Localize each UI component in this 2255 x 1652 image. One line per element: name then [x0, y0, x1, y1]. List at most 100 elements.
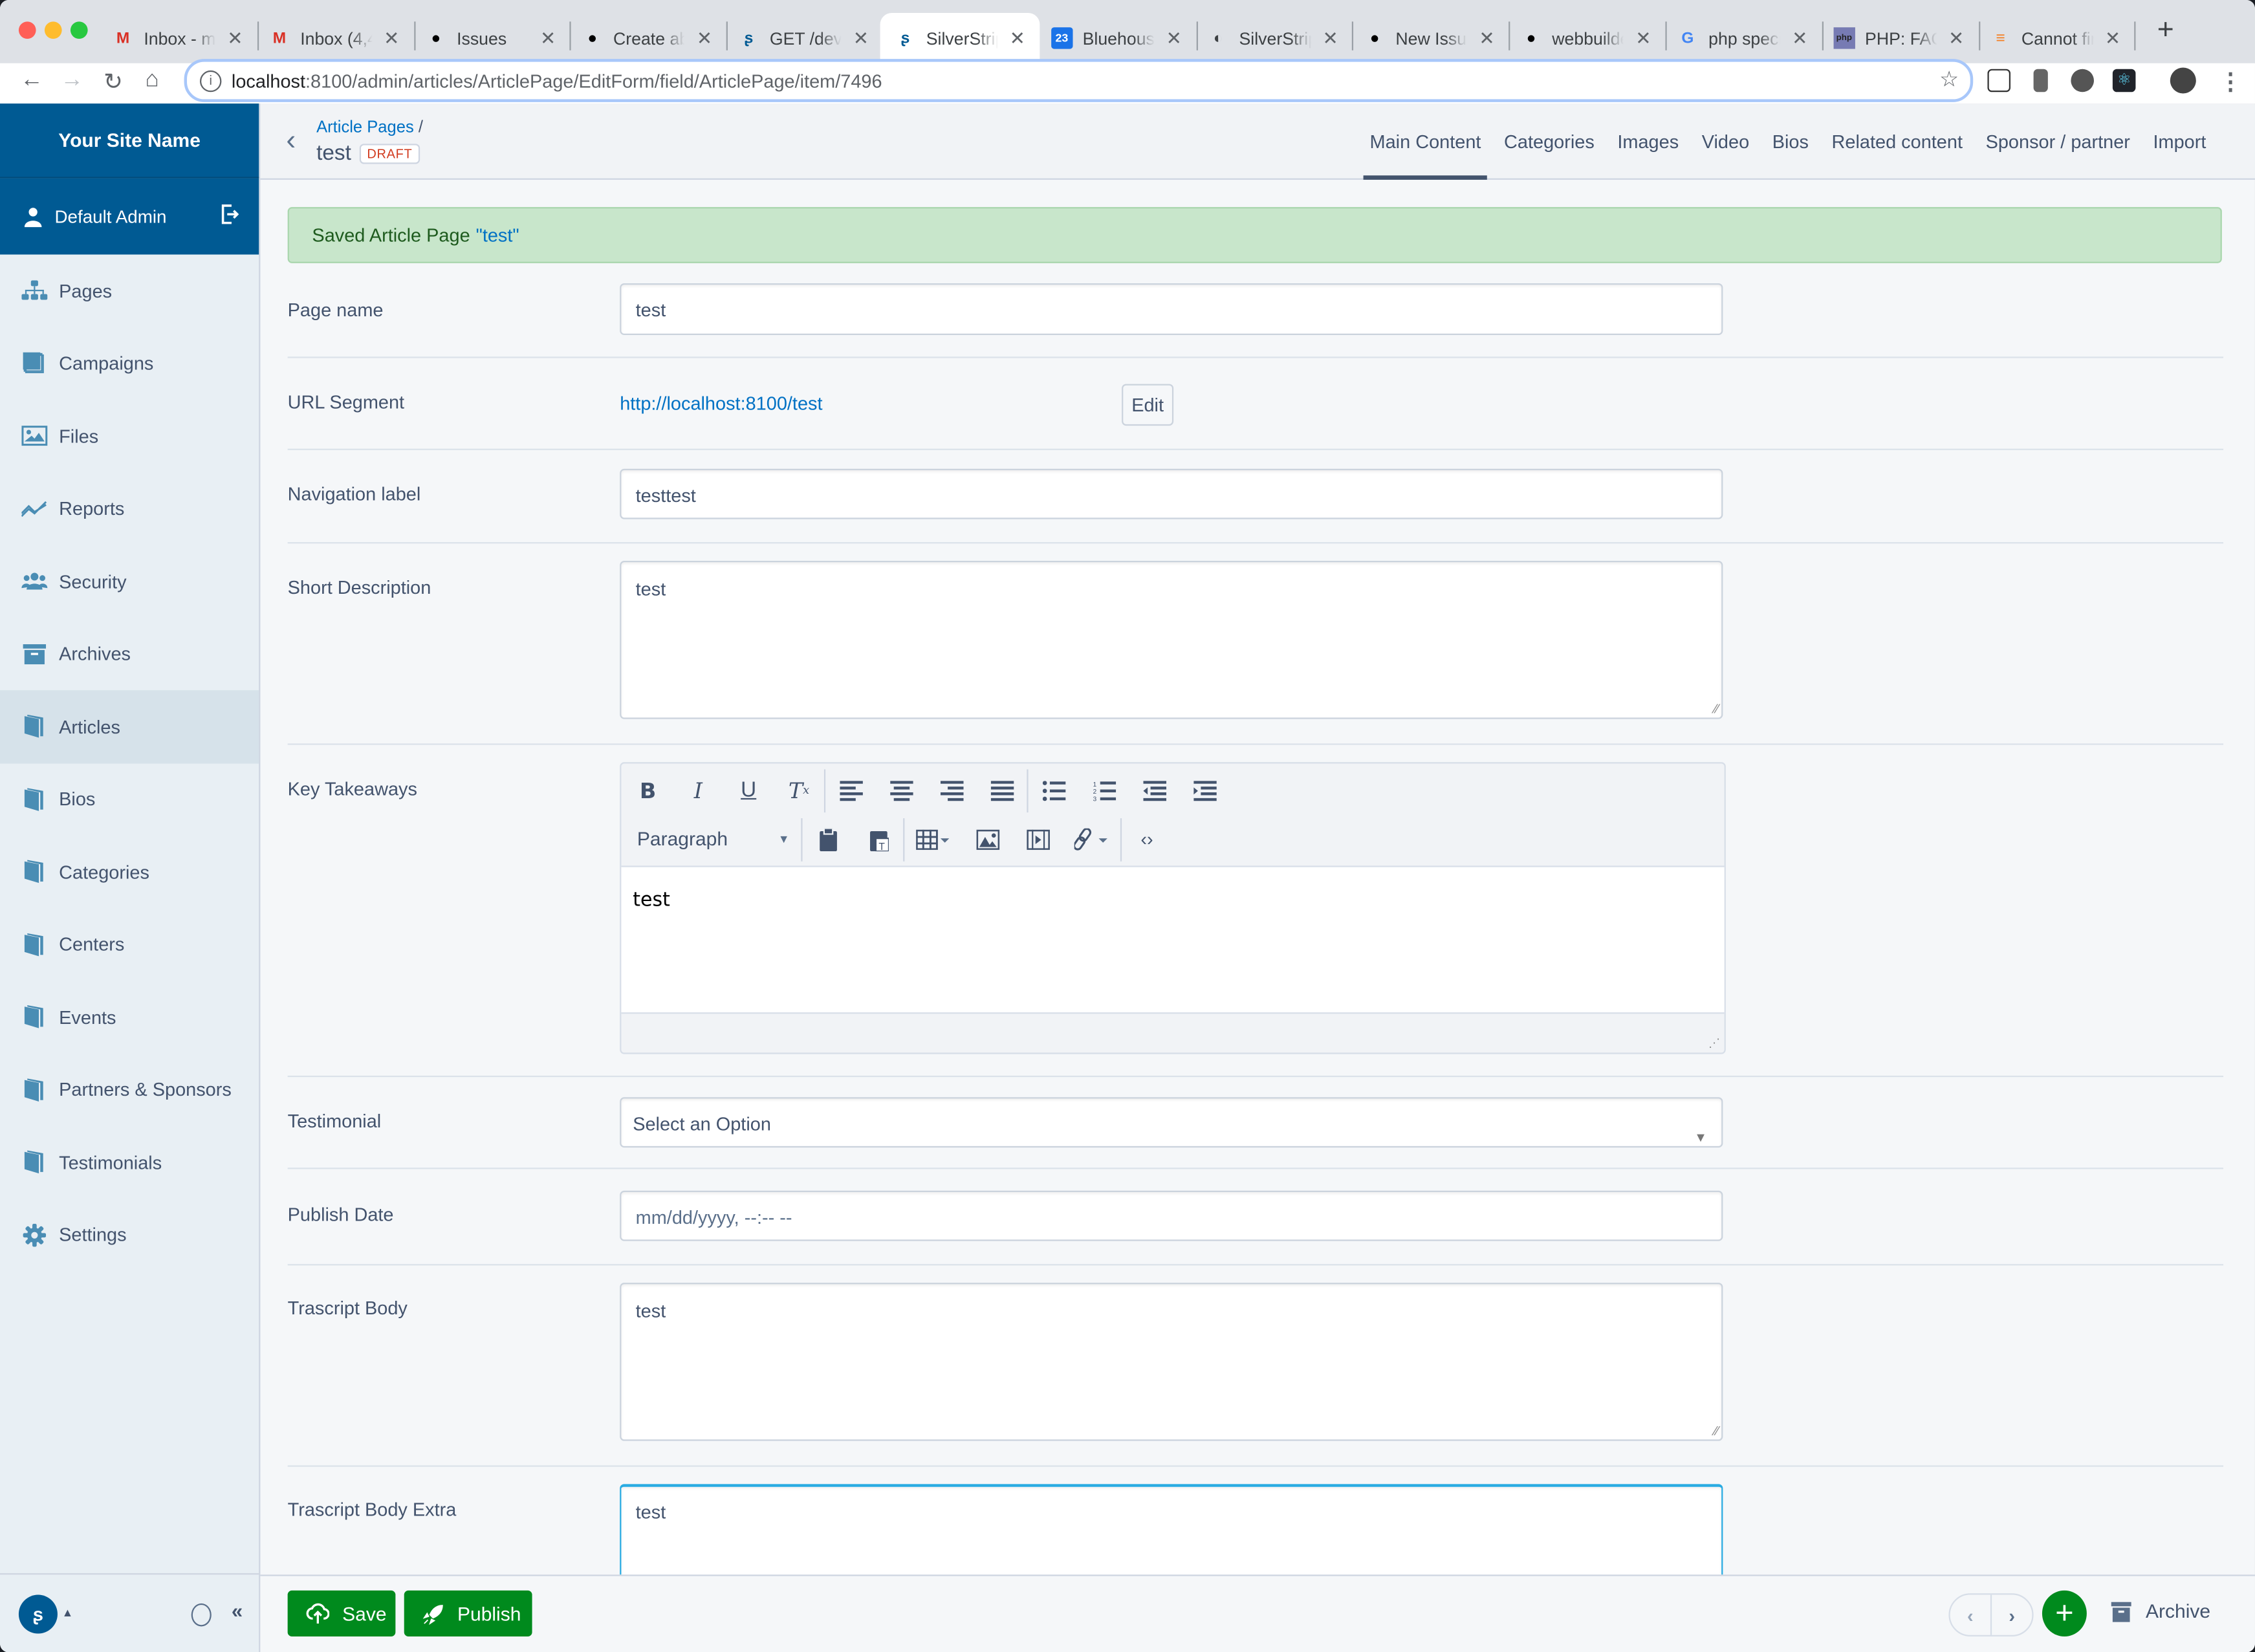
- browser-tab[interactable]: ʂ GET /dev/ ✕: [738, 13, 869, 63]
- next-record-button[interactable]: ›: [1992, 1595, 2032, 1635]
- tab-sponsor-partner[interactable]: Sponsor / partner: [1974, 103, 2142, 179]
- italic-icon[interactable]: I: [673, 768, 723, 812]
- browser-tab[interactable]: ≡ Cannot fin ✕: [1990, 13, 2121, 63]
- previous-record-button[interactable]: ‹: [1950, 1594, 1992, 1635]
- tab-import[interactable]: Import: [2142, 103, 2217, 179]
- sidebar-item-campaigns[interactable]: Campaigns: [0, 327, 259, 400]
- browser-tab[interactable]: Gphp speci ✕: [1677, 13, 1807, 63]
- close-tab-icon[interactable]: ✕: [697, 27, 712, 50]
- editor-content[interactable]: test: [621, 865, 1725, 1014]
- tab-main-content[interactable]: Main Content: [1358, 103, 1492, 180]
- sidebar-item-security[interactable]: Security: [0, 545, 259, 618]
- source-code-icon[interactable]: ‹›: [1122, 818, 1172, 861]
- close-tab-icon[interactable]: ✕: [1166, 27, 1182, 50]
- silverstripe-logo-icon[interactable]: ʂ: [18, 1594, 58, 1634]
- browser-tab[interactable]: ● webbuilde ✕: [1520, 13, 1651, 63]
- sidebar-item-archives[interactable]: Archives: [0, 618, 259, 690]
- insert-image-icon[interactable]: [962, 818, 1012, 861]
- tab-bios[interactable]: Bios: [1761, 103, 1820, 179]
- close-tab-icon[interactable]: ✕: [1322, 27, 1338, 50]
- close-tab-icon[interactable]: ✕: [384, 27, 399, 50]
- home-button[interactable]: ⌂: [146, 67, 160, 93]
- browser-tab[interactable]: php PHP: FAQ: ✕: [1833, 13, 1964, 63]
- extension-copy-icon[interactable]: [2033, 69, 2048, 92]
- resize-handle-icon[interactable]: ⁄⁄: [1714, 1424, 1719, 1438]
- maximize-window-button[interactable]: [70, 21, 88, 39]
- sidebar-item-pages[interactable]: Pages: [0, 255, 259, 327]
- tab-related-content[interactable]: Related content: [1820, 103, 1974, 179]
- close-tab-icon[interactable]: ✕: [1792, 27, 1807, 50]
- address-bar[interactable]: i localhost:8100/admin/articles/ArticleP…: [184, 59, 1974, 102]
- page-name-input[interactable]: test: [620, 283, 1723, 336]
- archive-button[interactable]: Archive: [2111, 1600, 2210, 1622]
- sidebar-item-settings[interactable]: Settings: [0, 1199, 259, 1271]
- close-window-button[interactable]: [18, 21, 36, 39]
- tab-video[interactable]: Video: [1690, 103, 1761, 179]
- close-tab-icon[interactable]: ✕: [2105, 27, 2120, 50]
- short-description-textarea[interactable]: test ⁄⁄: [620, 561, 1723, 719]
- back-chevron-icon[interactable]: ‹: [286, 125, 296, 158]
- transcript-body-textarea[interactable]: test ⁄⁄: [620, 1283, 1723, 1441]
- align-right-icon[interactable]: [926, 768, 977, 812]
- save-button[interactable]: Save: [287, 1590, 396, 1637]
- sidebar-item-events[interactable]: Events: [0, 981, 259, 1053]
- tab-categories[interactable]: Categories: [1492, 103, 1606, 179]
- react-devtools-icon[interactable]: ⚛: [2112, 69, 2136, 92]
- new-tab-button[interactable]: +: [2157, 14, 2174, 47]
- add-new-record-button[interactable]: +: [2042, 1590, 2087, 1637]
- align-center-icon[interactable]: [876, 768, 926, 812]
- sticky-nav-toggle[interactable]: [191, 1603, 212, 1627]
- sidebar-item-files[interactable]: Files: [0, 400, 259, 472]
- close-tab-icon[interactable]: ✕: [540, 27, 556, 50]
- sidebar-item-articles[interactable]: Articles: [0, 690, 259, 763]
- bold-icon[interactable]: B: [623, 768, 673, 812]
- transcript-body-extra-textarea[interactable]: test: [620, 1484, 1723, 1575]
- browser-tab[interactable]: ʂ SilverStrip ✕: [880, 13, 1040, 63]
- sidebar-item-partners-sponsors[interactable]: Partners & Sponsors: [0, 1053, 259, 1125]
- resize-handle-icon[interactable]: ⁄⁄: [1714, 702, 1719, 716]
- navigation-label-input[interactable]: testtest: [620, 468, 1723, 519]
- editor-resize-handle-icon[interactable]: ⋰: [1708, 1037, 1720, 1050]
- indent-icon[interactable]: [1179, 768, 1230, 812]
- format-select[interactable]: Paragraph ▼: [623, 829, 801, 850]
- browser-tab[interactable]: ● Issues ✕: [425, 13, 556, 63]
- tab-images[interactable]: Images: [1606, 103, 1690, 179]
- align-justify-icon[interactable]: [977, 768, 1027, 812]
- close-tab-icon[interactable]: ✕: [1635, 27, 1651, 50]
- back-button[interactable]: ←: [20, 67, 43, 93]
- site-info-icon[interactable]: i: [200, 69, 222, 92]
- url-segment-link[interactable]: http://localhost:8100/test: [620, 393, 822, 414]
- url-edit-button[interactable]: Edit: [1122, 384, 1174, 426]
- browser-tab[interactable]: ● Create ab ✕: [582, 13, 712, 63]
- numbered-list-icon[interactable]: 123: [1078, 768, 1129, 812]
- table-icon[interactable]: [904, 818, 962, 861]
- logout-icon[interactable]: [220, 204, 239, 224]
- browser-tab[interactable]: M Inbox - m ✕: [112, 13, 243, 63]
- sidebar-item-centers[interactable]: Centers: [0, 908, 259, 981]
- sidebar-item-categories[interactable]: Categories: [0, 836, 259, 908]
- paste-icon[interactable]: [803, 818, 853, 861]
- minimize-window-button[interactable]: [44, 21, 62, 39]
- site-name[interactable]: Your Site Name: [0, 103, 259, 179]
- forward-button[interactable]: →: [60, 67, 83, 93]
- collapse-sidebar-button[interactable]: «: [232, 1599, 243, 1622]
- user-name[interactable]: Default Admin: [54, 206, 166, 226]
- close-tab-icon[interactable]: ✕: [1479, 27, 1494, 50]
- bookmark-star-icon[interactable]: ☆: [1939, 66, 1959, 92]
- insert-link-icon[interactable]: [1063, 818, 1120, 861]
- browser-tab[interactable]: ● New Issue ✕: [1364, 13, 1495, 63]
- close-tab-icon[interactable]: ✕: [1010, 27, 1025, 50]
- browser-menu-icon[interactable]: ⋮: [2219, 67, 2242, 96]
- alert-page-link[interactable]: "test": [476, 224, 519, 246]
- publish-button[interactable]: Publish: [404, 1590, 532, 1637]
- close-tab-icon[interactable]: ✕: [853, 27, 869, 50]
- browser-tab[interactable]: M Inbox (4,4 ✕: [268, 13, 400, 63]
- close-tab-icon[interactable]: ✕: [1948, 27, 1964, 50]
- outdent-icon[interactable]: [1129, 768, 1179, 812]
- extension-icon[interactable]: [1987, 69, 2011, 92]
- insert-media-icon[interactable]: [1012, 818, 1063, 861]
- breadcrumb-link[interactable]: Article Pages: [316, 120, 414, 137]
- sidebar-item-testimonials[interactable]: Testimonials: [0, 1126, 259, 1199]
- github-extension-icon[interactable]: [2071, 69, 2094, 92]
- clear-formatting-icon[interactable]: Tx: [774, 768, 824, 812]
